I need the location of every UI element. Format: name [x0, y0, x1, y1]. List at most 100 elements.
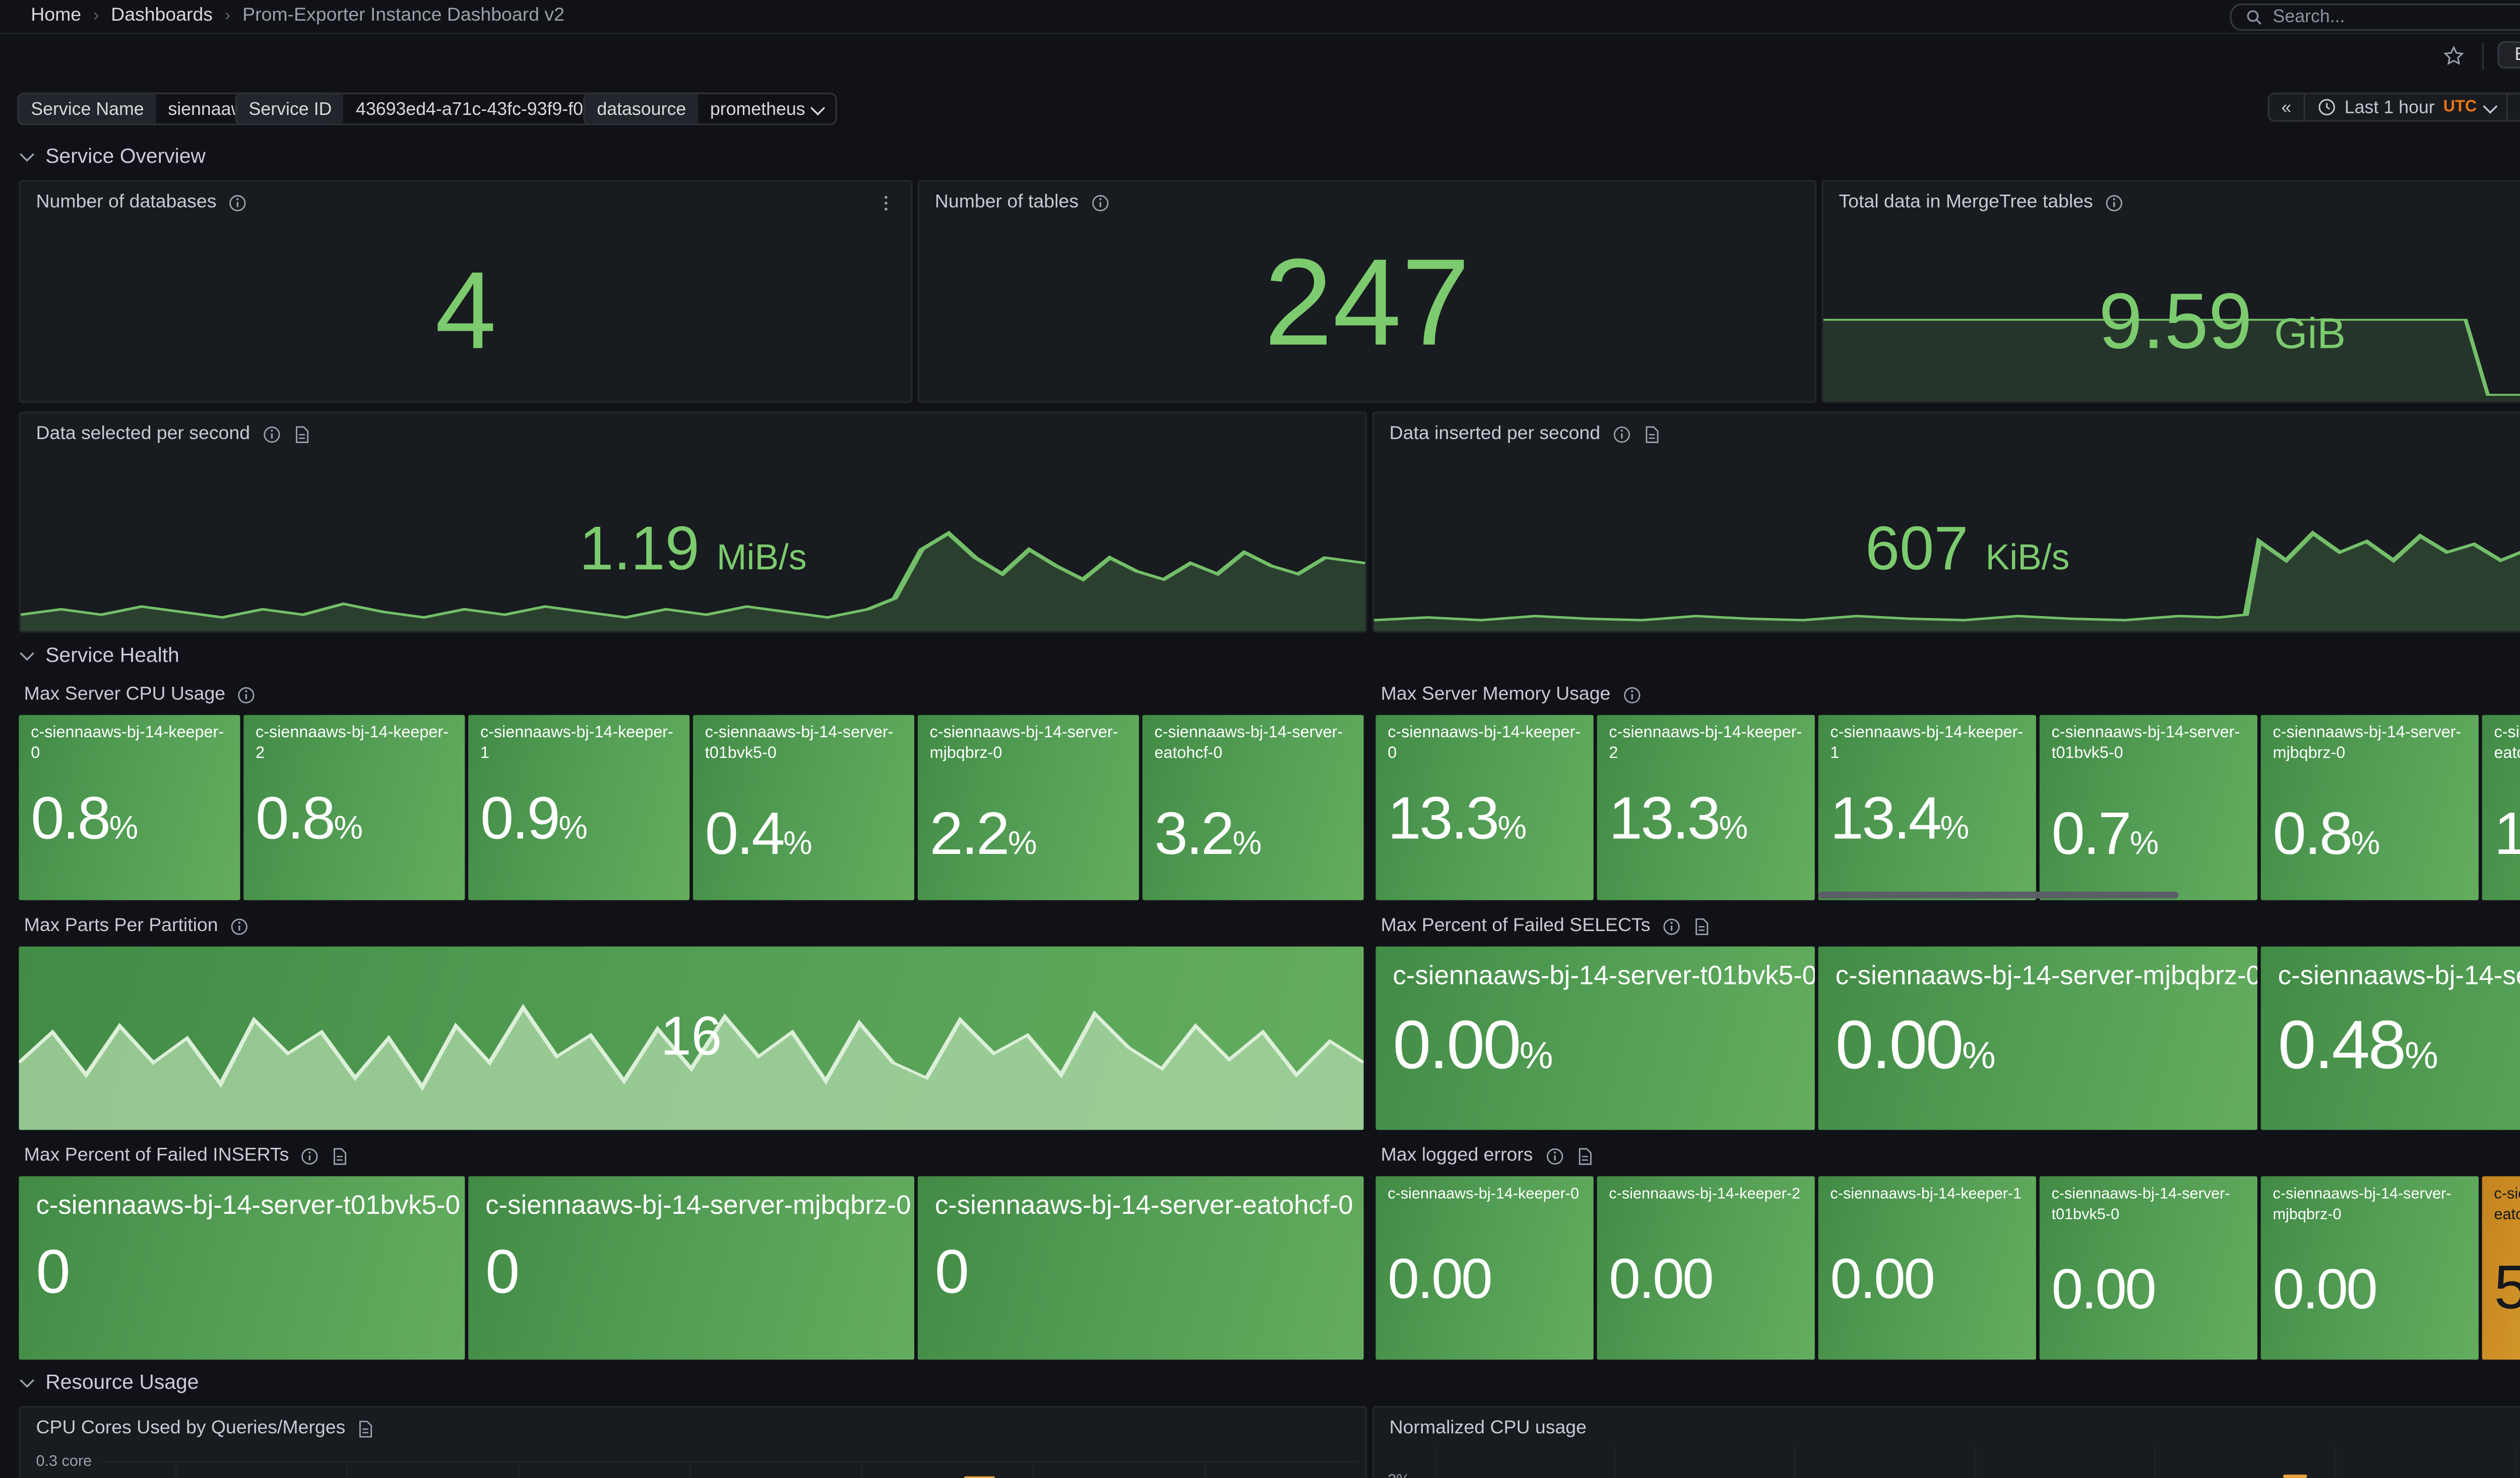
info-icon[interactable]	[228, 193, 247, 212]
panel-header[interactable]: Number of databases	[21, 182, 911, 223]
stat-value: 4	[21, 247, 911, 374]
stat-cell-value: 13.4%	[1830, 789, 1969, 849]
panel-title: Total data in MergeTree tables	[1839, 192, 2093, 213]
stat-cell-value: 1.4%	[2494, 804, 2520, 864]
info-icon[interactable]	[1662, 916, 1681, 935]
stat-cell-value: 2.2%	[930, 804, 1037, 864]
panel-header[interactable]: CPU Cores Used by Queries/Merges	[21, 1408, 1365, 1449]
panel-header[interactable]: Number of tables	[919, 182, 1815, 223]
double-chevron-left-icon: «	[2282, 97, 2292, 117]
panel-header[interactable]: Data selected per second	[21, 413, 1365, 455]
info-icon[interactable]	[1612, 424, 1631, 443]
breadcrumb: Home › Dashboards › Prom-Exporter Instan…	[31, 5, 564, 26]
panel-header[interactable]: Normalized CPU usage	[1374, 1408, 2520, 1449]
info-icon[interactable]	[262, 424, 281, 443]
stat-cell-value: 0.9%	[480, 789, 588, 849]
series-line-sliver	[964, 1476, 995, 1478]
stat-cell-value: 3.2%	[1154, 804, 1262, 864]
gridline	[689, 1461, 691, 1478]
panel-title: Max logged errors	[1381, 1145, 1533, 1166]
gridline	[346, 1461, 348, 1478]
breadcrumb-home[interactable]: Home	[31, 5, 81, 26]
gridline	[1974, 1445, 1976, 1478]
stat-cell-host: c-siennaaws-bj-14-server-t01bvk5-0	[2040, 715, 2257, 774]
panel-number-of-tables: Number of tables 247	[918, 180, 1816, 403]
panel-header-parts[interactable]: Max Parts Per Partition	[24, 915, 249, 936]
edit-button[interactable]: Edit	[2497, 41, 2520, 69]
stat-cell-value: 0.00	[2051, 1261, 2155, 1317]
stat-cell-selects-2: c-siennaaws-bj-14-server-eatohcf-0 0.48%	[2261, 947, 2520, 1130]
description-icon[interactable]	[357, 1419, 374, 1438]
stat-cell-errors-0: c-siennaaws-bj-14-keeper-0 0.00	[1376, 1176, 1594, 1360]
stat-cell-value: 0	[468, 1238, 914, 1303]
stat-cell-host: c-siennaaws-bj-14-keeper-2	[243, 715, 465, 774]
stat-cell-host: c-siennaaws-bj-14-server-t01bvk5-0	[693, 715, 914, 774]
stat-cell-memory-4: c-siennaaws-bj-14-server-mjbqbrz-0 0.8%	[2261, 715, 2479, 900]
info-icon[interactable]	[230, 916, 248, 935]
panel-header-inserts[interactable]: Max Percent of Failed INSERTs	[24, 1145, 349, 1166]
stat-cell-cpu-2: c-siennaaws-bj-14-keeper-1 0.9%	[468, 715, 689, 900]
timezone-label: UTC	[2443, 98, 2477, 116]
section-service-overview[interactable]: Service Overview	[22, 144, 206, 168]
stat-cell-value: 0.4%	[705, 804, 812, 864]
stat-cell-cpu-1: c-siennaaws-bj-14-keeper-2 0.8%	[243, 715, 465, 900]
stat-cell-host: c-siennaaws-bj-14-server-mjbqbrz-0	[2261, 1176, 2479, 1234]
panel-header[interactable]: Total data in MergeTree tables	[1823, 182, 2520, 223]
stat-value: 16	[19, 1005, 1363, 1068]
time-shift-forward-button[interactable]: »	[2508, 93, 2520, 122]
gridline	[1614, 1445, 1616, 1478]
description-icon[interactable]	[1643, 424, 1660, 443]
chevron-down-icon	[20, 148, 33, 161]
stat-cell-value: 13.3%	[1388, 789, 1527, 849]
stat-cell-cpu-0: c-siennaaws-bj-14-keeper-0 0.8%	[19, 715, 240, 900]
panel-header-errors[interactable]: Max logged errors	[1381, 1145, 1593, 1166]
stat-cell-host: c-siennaaws-bj-14-server-eatohcf-0	[1143, 715, 1364, 774]
stat-cell-value: 0.00	[2273, 1261, 2376, 1317]
stat-cell-value: 0.8%	[256, 789, 363, 849]
section-resource-usage[interactable]: Resource Usage	[22, 1370, 199, 1394]
stat-cell-inserts-2: c-siennaaws-bj-14-server-eatohcf-0 0	[918, 1176, 1364, 1360]
info-icon[interactable]	[1622, 685, 1641, 704]
description-icon[interactable]	[1576, 1146, 1593, 1165]
time-shift-back-button[interactable]: «	[2267, 93, 2305, 122]
info-icon[interactable]	[2105, 193, 2124, 212]
panel-title: Normalized CPU usage	[1390, 1418, 1587, 1439]
stat-cell-memory-3: c-siennaaws-bj-14-server-t01bvk5-0 0.7%	[2040, 715, 2257, 900]
description-icon[interactable]	[332, 1146, 349, 1165]
horizontal-scrollbar-thumb[interactable]	[1818, 892, 2179, 899]
kebab-menu-icon[interactable]	[876, 193, 895, 212]
stat-value: 9.59 GiB	[1823, 274, 2520, 367]
info-icon[interactable]	[1545, 1146, 1563, 1165]
stat-cell-value: 0.00	[1388, 1250, 1491, 1306]
variable-label: datasource	[585, 94, 698, 124]
search-icon	[2245, 9, 2262, 26]
stat-cell-value: 0.7%	[2051, 804, 2159, 864]
description-icon[interactable]	[293, 424, 310, 443]
info-icon[interactable]	[237, 685, 256, 704]
time-range-picker[interactable]: Last 1 hour UTC	[2305, 93, 2509, 122]
stat-cell-host: c-siennaaws-bj-14-server-mjbqbrz-0	[1818, 947, 2257, 1009]
description-icon[interactable]	[1693, 916, 1711, 935]
panel-header-memory[interactable]: Max Server Memory Usage	[1381, 684, 1642, 705]
favorite-button[interactable]	[2442, 44, 2465, 67]
search-input[interactable]: Search... ⌘+k	[2230, 4, 2520, 31]
info-icon[interactable]	[301, 1146, 320, 1165]
section-service-health[interactable]: Service Health	[22, 643, 179, 667]
stat-cell-host: c-siennaaws-bj-14-server-eatohcf-0	[2482, 715, 2520, 774]
variable-datasource[interactable]: datasource prometheus	[583, 93, 837, 126]
panel-header[interactable]: Data inserted per second	[1374, 413, 2520, 455]
y-axis-tick: 0.3 core	[36, 1452, 92, 1469]
stat-cell-value: 0.00	[1830, 1250, 1933, 1306]
panel-title: CPU Cores Used by Queries/Merges	[36, 1418, 345, 1439]
info-icon[interactable]	[1091, 193, 1109, 212]
stat-cell-host: c-siennaaws-bj-14-server-t01bvk5-0	[1376, 947, 1815, 1009]
stat-cell-host: c-siennaaws-bj-14-server-mjbqbrz-0	[2261, 715, 2479, 774]
breadcrumb-dashboards[interactable]: Dashboards	[111, 5, 213, 26]
stat-cell-host: c-siennaaws-bj-14-server-mjbqbrz-0	[468, 1176, 914, 1238]
panel-header-selects[interactable]: Max Percent of Failed SELECTs	[1381, 915, 1711, 936]
breadcrumb-separator: ›	[93, 6, 99, 25]
panel-header-cpu[interactable]: Max Server CPU Usage	[24, 684, 257, 705]
stat-cell-memory-1: c-siennaaws-bj-14-keeper-2 13.3%	[1597, 715, 1815, 900]
stat-cell-host: c-siennaaws-bj-14-keeper-1	[468, 715, 689, 774]
stat-cell-host: c-siennaaws-bj-14-keeper-0	[1376, 715, 1594, 774]
